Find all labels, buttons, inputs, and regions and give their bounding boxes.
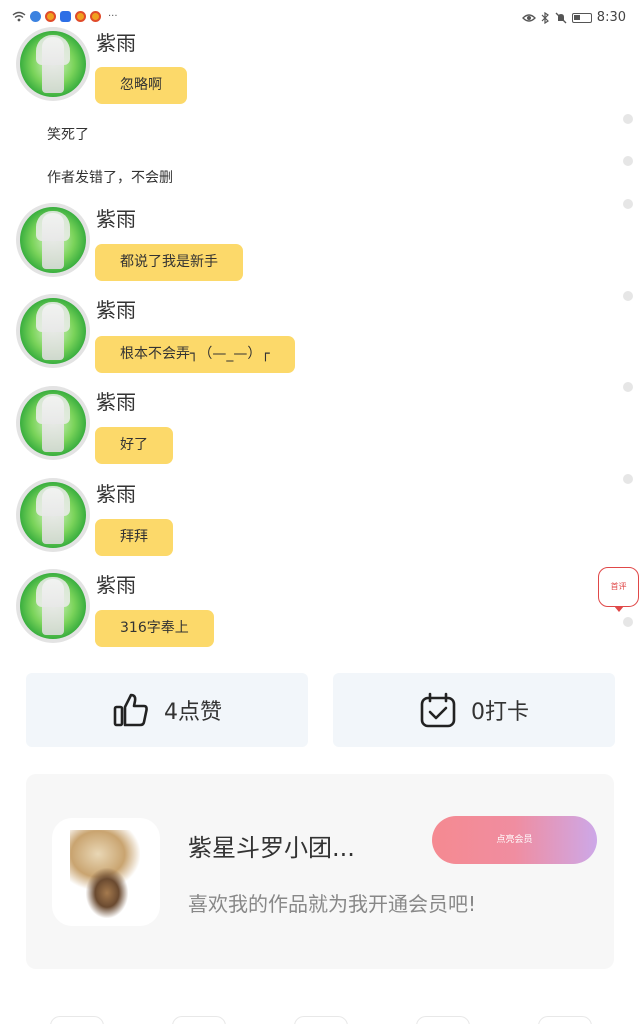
paragraph-comment-marker[interactable] — [623, 382, 633, 392]
message-bubble: 316字奉上 — [95, 610, 214, 647]
more-notifications: ··· — [108, 11, 118, 22]
status-icons-left: ··· — [12, 11, 118, 22]
message-bubble: 忽略啊 — [95, 67, 187, 104]
first-comment-button[interactable]: 首评 — [598, 567, 639, 612]
username: 紫雨 — [96, 207, 136, 231]
eye-icon — [521, 13, 536, 22]
bottom-tab[interactable] — [50, 1016, 104, 1024]
paragraph-comment-marker[interactable] — [623, 156, 633, 166]
username: 紫雨 — [96, 573, 136, 597]
shield-icon — [60, 11, 71, 22]
message-bubble: 根本不会弄┐（—_—）┌ — [95, 336, 295, 373]
message-bubble: 好了 — [95, 427, 173, 464]
weibo-icon — [45, 11, 56, 22]
work-cover-image[interactable] — [52, 818, 160, 926]
bottom-tab[interactable] — [172, 1016, 226, 1024]
wifi-icon — [12, 11, 26, 22]
mute-icon — [555, 12, 567, 23]
weibo-icon — [90, 11, 101, 22]
avatar[interactable] — [16, 386, 90, 460]
paragraph-comment-marker[interactable] — [623, 114, 633, 124]
work-title[interactable]: 紫星斗罗小团... — [188, 828, 355, 863]
avatar[interactable] — [16, 27, 90, 101]
app-icon-blue — [30, 11, 41, 22]
message-bubble: 拜拜 — [95, 519, 173, 556]
like-count: 4点赞 — [164, 700, 222, 725]
username: 紫雨 — [96, 390, 136, 414]
paragraph-comment-marker[interactable] — [623, 617, 633, 627]
activate-membership-button[interactable]: 点亮会员 — [432, 816, 597, 864]
status-time: 8:30 — [596, 10, 626, 25]
plain-message: 作者发错了，不会删 — [47, 170, 173, 186]
username: 紫雨 — [96, 31, 136, 55]
avatar[interactable] — [16, 569, 90, 643]
message-bubble: 都说了我是新手 — [95, 244, 243, 281]
paragraph-comment-marker[interactable] — [623, 474, 633, 484]
thumbs-up-icon — [113, 693, 148, 727]
paragraph-comment-marker[interactable] — [623, 199, 633, 209]
checkin-button[interactable]: 0打卡 — [333, 673, 615, 747]
bluetooth-icon — [541, 11, 549, 24]
battery-icon — [571, 12, 592, 23]
bottom-tab[interactable] — [538, 1016, 592, 1024]
status-icons-right: 8:30 — [521, 10, 626, 25]
checkin-count: 0打卡 — [471, 700, 529, 725]
avatar[interactable] — [16, 478, 90, 552]
author-card: 紫星斗罗小团... 喜欢我的作品就为我开通会员吧! 点亮会员 — [26, 774, 614, 969]
bottom-tab[interactable] — [294, 1016, 348, 1024]
avatar[interactable] — [16, 203, 90, 277]
calendar-check-icon — [420, 692, 456, 728]
like-button[interactable]: 4点赞 — [26, 673, 308, 747]
bottom-tab[interactable] — [416, 1016, 470, 1024]
avatar[interactable] — [16, 294, 90, 368]
membership-prompt: 喜欢我的作品就为我开通会员吧! — [188, 892, 477, 916]
plain-message: 笑死了 — [47, 127, 89, 143]
username: 紫雨 — [96, 482, 136, 506]
paragraph-comment-marker[interactable] — [623, 291, 633, 301]
weibo-icon — [75, 11, 86, 22]
username: 紫雨 — [96, 298, 136, 322]
